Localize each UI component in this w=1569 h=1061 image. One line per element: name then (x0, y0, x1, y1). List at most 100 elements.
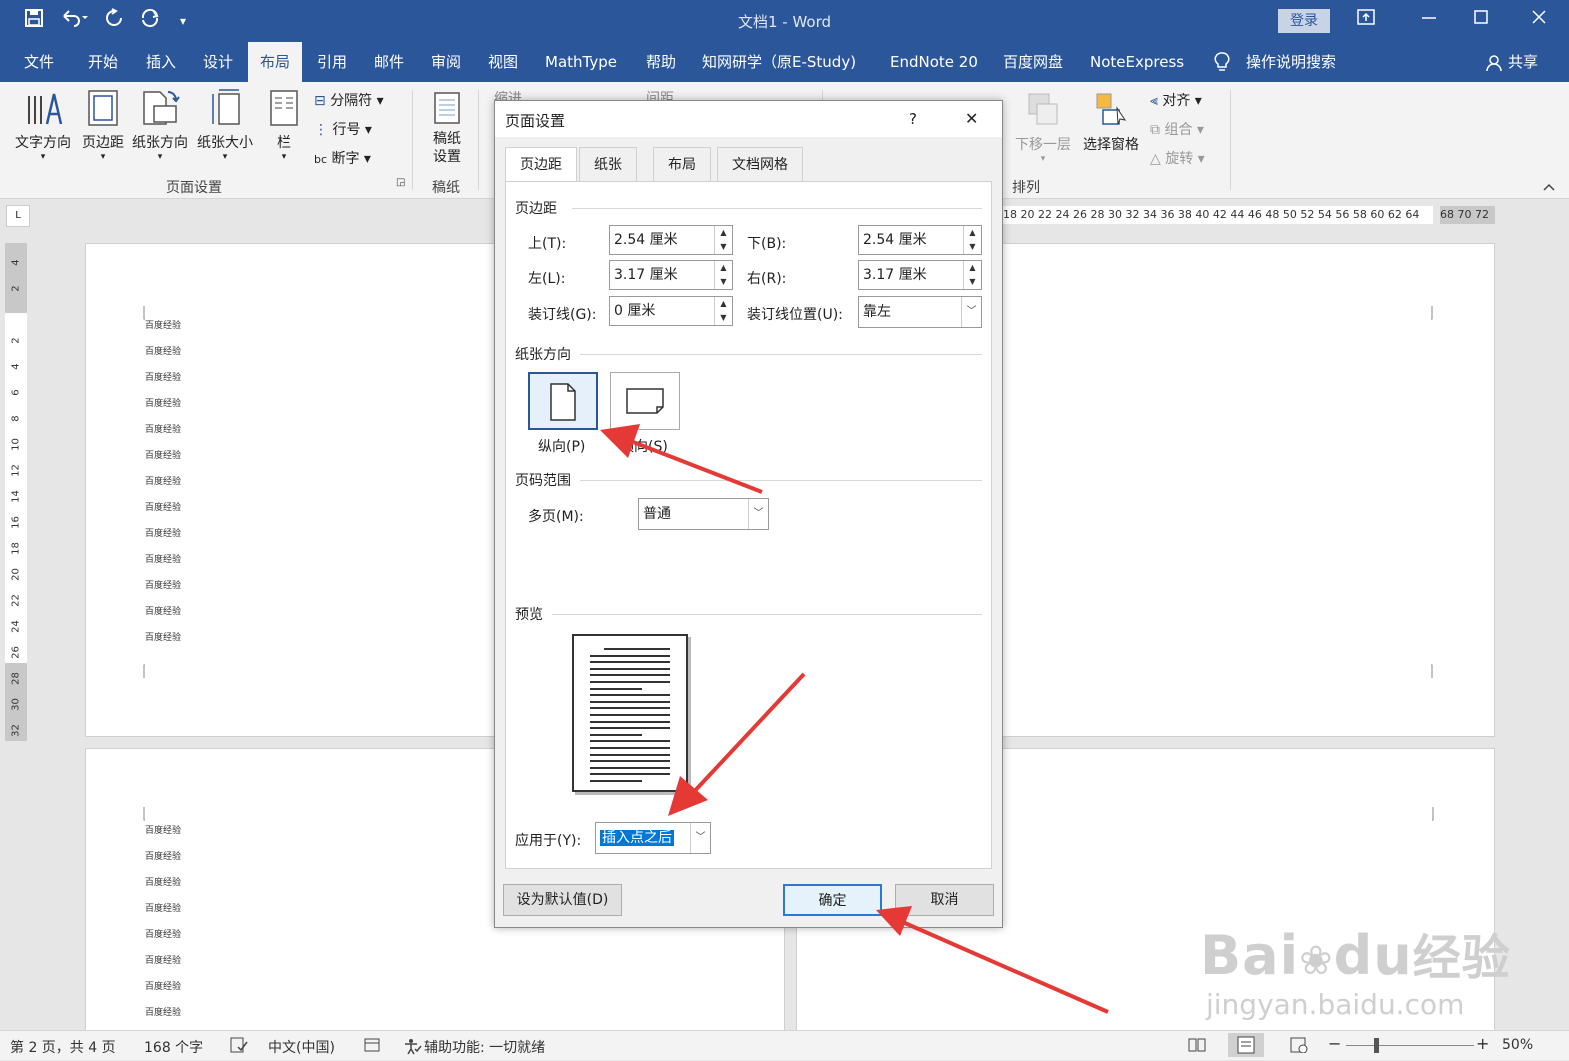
minimize-icon[interactable] (1420, 8, 1438, 31)
dialog-launcher-icon[interactable]: ◲ (396, 177, 405, 188)
document-line[interactable]: 百度经验 (145, 1005, 181, 1018)
document-line[interactable]: 百度经验 (145, 823, 181, 836)
document-line[interactable]: 百度经验 (145, 552, 181, 565)
maximize-icon[interactable] (1472, 8, 1490, 31)
size-button[interactable]: 纸张大小 ▾ (194, 88, 256, 162)
spinner-buttons[interactable]: ▲ ▼ (714, 297, 732, 325)
document-line[interactable]: 百度经验 (145, 849, 181, 862)
zoom-in-icon[interactable]: + (1476, 1034, 1489, 1053)
print-layout-icon[interactable] (1228, 1033, 1264, 1057)
tab-mailings[interactable]: 邮件 (362, 42, 416, 82)
spinner-buttons[interactable]: ▲ ▼ (714, 261, 732, 289)
collapse-ribbon-icon[interactable] (1542, 180, 1556, 196)
document-line[interactable]: 百度经验 (145, 526, 181, 539)
top-margin-input[interactable]: 2.54 厘米 ▲ ▼ (609, 225, 733, 255)
bottom-margin-input[interactable]: 2.54 厘米 ▲ ▼ (858, 225, 982, 255)
selection-pane-button[interactable]: 选择窗格 (1080, 90, 1142, 154)
document-line[interactable]: 百度经验 (145, 578, 181, 591)
ribbon-display-icon[interactable] (1356, 8, 1376, 31)
tab-layout[interactable]: 布局 (248, 42, 303, 82)
tab-file[interactable]: 文件 (12, 42, 66, 82)
orientation-button[interactable]: 纸张方向 ▾ (130, 88, 190, 162)
document-line[interactable]: 百度经验 (145, 927, 181, 940)
document-line[interactable]: 百度经验 (145, 396, 181, 409)
proofing-icon[interactable] (230, 1037, 248, 1057)
login-button[interactable]: 登录 (1278, 9, 1330, 33)
document-line[interactable]: 百度经验 (145, 953, 181, 966)
line-numbers-button[interactable]: ⋮ 行号 ▾ (314, 119, 372, 139)
dialog-close-button[interactable]: ✕ (965, 109, 978, 128)
tab-baidu-netdisk[interactable]: 百度网盘 (991, 42, 1075, 82)
set-default-button[interactable]: 设为默认值(D) (503, 884, 622, 916)
landscape-label[interactable]: 横向(S) (620, 436, 668, 456)
web-layout-icon[interactable] (1290, 1037, 1308, 1057)
word-count[interactable]: 168 个字 (144, 1037, 203, 1057)
document-line[interactable]: 百度经验 (145, 318, 181, 331)
tab-mathtype[interactable]: MathType (533, 42, 629, 82)
document-line[interactable]: 百度经验 (145, 604, 181, 617)
tab-references[interactable]: 引用 (305, 42, 359, 82)
apply-to-select[interactable]: 插入点之后 ﹀ (595, 822, 711, 854)
document-line[interactable]: 百度经验 (145, 979, 181, 992)
accessibility-icon[interactable] (402, 1037, 422, 1059)
columns-button[interactable]: 栏 ▾ (266, 88, 302, 162)
landscape-option[interactable] (610, 372, 680, 430)
page-count[interactable]: 第 2 页，共 4 页 (10, 1037, 116, 1057)
tab-layout-dialog[interactable]: 布局 (653, 147, 711, 181)
tab-paper[interactable]: 纸张 (579, 147, 637, 181)
right-margin-input[interactable]: 3.17 厘米 ▲ ▼ (858, 260, 982, 290)
tab-insert[interactable]: 插入 (134, 42, 188, 82)
zoom-slider-thumb[interactable] (1374, 1038, 1379, 1053)
send-backward-button[interactable]: 下移一层 ▾ (1008, 90, 1078, 164)
tab-endnote[interactable]: EndNote 20 (878, 42, 990, 82)
portrait-label[interactable]: 纵向(P) (538, 436, 585, 456)
tab-selector-icon[interactable]: L (6, 205, 30, 227)
zoom-out-icon[interactable]: − (1328, 1034, 1341, 1053)
help-button[interactable]: ? (909, 110, 917, 128)
document-line[interactable]: 百度经验 (145, 630, 181, 643)
draft-setup-button[interactable]: 稿纸设置 (424, 90, 470, 166)
zoom-level[interactable]: 50% (1502, 1037, 1533, 1053)
tab-help[interactable]: 帮助 (634, 42, 688, 82)
group-button[interactable]: ⧉ 组合 ▾ (1150, 119, 1204, 139)
breaks-button[interactable]: ⊟ 分隔符 ▾ (314, 90, 384, 110)
document-line[interactable]: 百度经验 (145, 474, 181, 487)
tab-design[interactable]: 设计 (191, 42, 245, 82)
document-line[interactable]: 百度经验 (145, 344, 181, 357)
align-button[interactable]: ⫷ 对齐 ▾ (1150, 90, 1202, 110)
document-line[interactable]: 百度经验 (145, 448, 181, 461)
share-button[interactable]: 共享 (1496, 42, 1550, 82)
tell-me-search[interactable]: 操作说明搜索 (1234, 42, 1348, 82)
spinner-buttons[interactable]: ▲ ▼ (963, 261, 981, 289)
close-window-icon[interactable] (1530, 8, 1548, 31)
tab-noteexpress[interactable]: NoteExpress (1078, 42, 1196, 82)
document-line[interactable]: 百度经验 (145, 422, 181, 435)
accessibility-status[interactable]: 辅助功能: 一切就绪 (424, 1037, 545, 1057)
document-line[interactable]: 百度经验 (145, 901, 181, 914)
tab-margins[interactable]: 页边距 (505, 147, 577, 183)
document-line[interactable]: 百度经验 (145, 370, 181, 383)
ok-button[interactable]: 确定 (783, 884, 882, 916)
document-line[interactable]: 百度经验 (145, 500, 181, 513)
tab-home[interactable]: 开始 (76, 42, 130, 82)
text-direction-button[interactable]: 文字方向 ▾ (12, 88, 74, 162)
portrait-option[interactable] (528, 372, 598, 430)
spinner-buttons[interactable]: ▲ ▼ (714, 226, 732, 254)
macro-icon[interactable] (364, 1037, 380, 1057)
zoom-slider[interactable] (1346, 1045, 1474, 1046)
tab-estudy[interactable]: 知网研学（原E-Study) (690, 42, 868, 82)
spinner-buttons[interactable]: ▲ ▼ (963, 226, 981, 254)
margins-button[interactable]: 页边距 ▾ (78, 88, 128, 162)
tab-review[interactable]: 审阅 (419, 42, 473, 82)
document-line[interactable]: 百度经验 (145, 875, 181, 888)
gutter-position-select[interactable]: 靠左 ﹀ (858, 296, 982, 328)
multiple-pages-select[interactable]: 普通 ﹀ (638, 498, 769, 530)
tab-doc-grid[interactable]: 文档网格 (717, 147, 803, 181)
gutter-input[interactable]: 0 厘米 ▲ ▼ (609, 296, 733, 326)
cancel-button[interactable]: 取消 (895, 884, 994, 916)
read-mode-icon[interactable] (1188, 1037, 1206, 1057)
tab-view[interactable]: 视图 (476, 42, 530, 82)
language[interactable]: 中文(中国) (268, 1037, 335, 1057)
rotate-button[interactable]: △ 旋转 ▾ (1150, 148, 1205, 168)
hyphenation-button[interactable]: bc 断字 ▾ (314, 148, 371, 168)
